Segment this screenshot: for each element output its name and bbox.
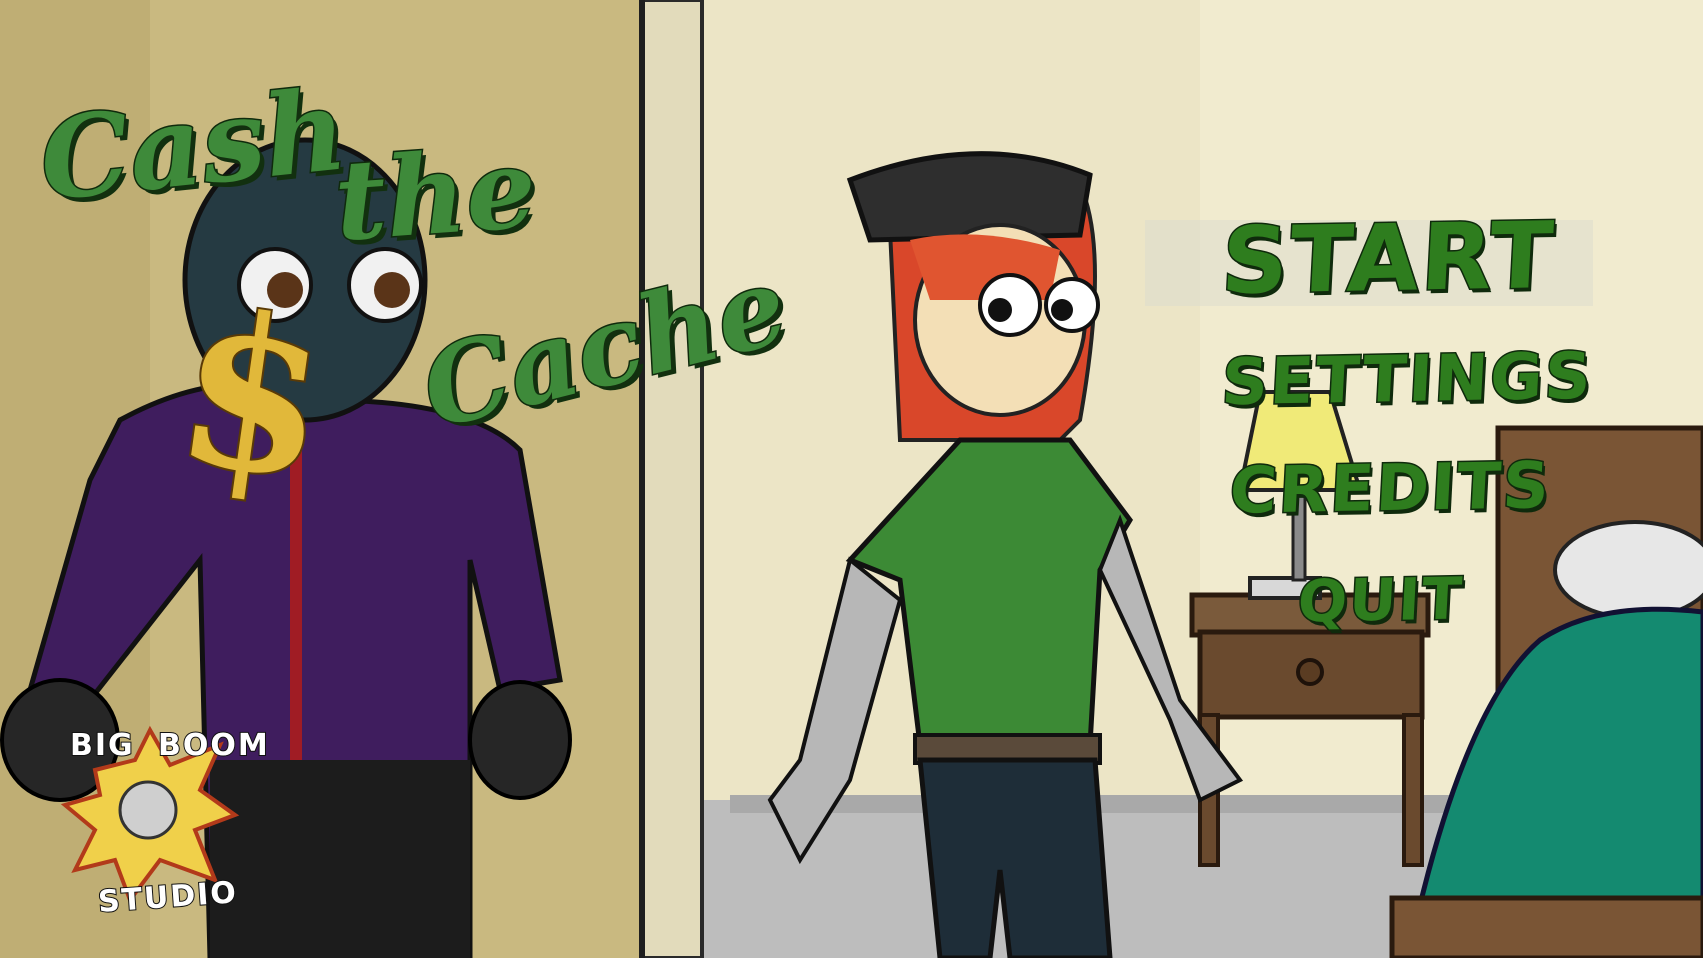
title-screen: Cash the Cache $ BIG BOOM STUDIO START S… bbox=[0, 0, 1703, 958]
start-button[interactable]: START bbox=[1218, 201, 1560, 317]
studio-logo-big: BIG bbox=[69, 727, 135, 764]
door-frame bbox=[638, 0, 704, 958]
game-title-the: the bbox=[329, 122, 541, 268]
quit-button[interactable]: QUIT bbox=[1295, 563, 1467, 637]
studio-logo-boom: BOOM bbox=[157, 727, 270, 764]
credits-button[interactable]: CREDITS bbox=[1226, 448, 1554, 531]
settings-button[interactable]: SETTINGS bbox=[1218, 338, 1596, 421]
